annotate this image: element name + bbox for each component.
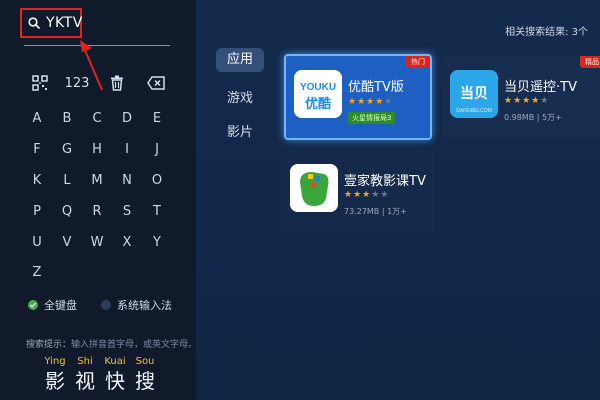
hanzi-text: 搜 — [135, 369, 155, 393]
key-m[interactable]: M — [88, 172, 106, 190]
tab-apps[interactable]: 应用 — [216, 48, 264, 72]
dangbei-logo-text: 当贝 — [460, 85, 488, 102]
pinyin-example: Ying 影 — [40, 356, 70, 394]
key-h[interactable]: H — [88, 141, 106, 159]
rating-stars: ★★★★★ — [344, 190, 390, 200]
key-i[interactable]: I — [118, 141, 136, 159]
youku-logo-top: YOUKU — [300, 82, 336, 93]
numeric-keyboard-button[interactable]: 123 — [62, 72, 92, 94]
dangbei-logo-sub: DANGBEI.COM — [456, 108, 492, 114]
search-query: YKTV — [46, 15, 83, 31]
app-name: 当贝遥控·TV — [504, 80, 577, 95]
pinyin-text: Shi — [77, 356, 93, 367]
key-w[interactable]: W — [88, 234, 106, 252]
system-ime-option[interactable]: 系统输入法 — [101, 297, 172, 313]
check-icon — [28, 300, 38, 310]
app-meta: 0.98MB | 5万+ — [504, 113, 562, 122]
hint-label: 搜索提示： — [26, 340, 72, 350]
key-v[interactable]: V — [58, 234, 76, 252]
backspace-icon — [147, 76, 165, 90]
key-c[interactable]: C — [88, 110, 106, 128]
key-p[interactable]: P — [28, 203, 46, 221]
clear-button[interactable] — [106, 72, 128, 94]
hanzi-text: 快 — [105, 369, 125, 393]
app-name: 优酷TV版 — [348, 80, 404, 95]
key-t[interactable]: T — [148, 203, 166, 221]
key-g[interactable]: G — [58, 141, 76, 159]
app-card-dangbei[interactable]: 精品 当贝 DANGBEI.COM 当贝遥控·TV ★★★★★ 0.98MB |… — [442, 56, 600, 138]
youku-logo-bottom: 优酷 — [305, 96, 331, 112]
qr-code-button[interactable] — [30, 72, 50, 94]
key-o[interactable]: O — [148, 172, 166, 190]
input-mode-row: 全键盘 系统输入法 — [28, 297, 172, 313]
key-s[interactable]: S — [118, 203, 136, 221]
key-n[interactable]: N — [118, 172, 136, 190]
dangbei-logo-icon: 当贝 DANGBEI.COM — [450, 70, 498, 118]
pinyin-text: Sou — [135, 356, 155, 367]
key-l[interactable]: L — [58, 172, 76, 190]
app-card-youku[interactable]: 热门 YOUKU 优酷 优酷TV版 ★★★★★ 火星情报局3 — [284, 54, 432, 140]
backspace-button[interactable] — [144, 72, 168, 94]
key-d[interactable]: D — [118, 110, 136, 128]
tab-movies[interactable]: 影片 — [216, 121, 264, 145]
key-u[interactable]: U — [28, 234, 46, 252]
search-icon — [28, 17, 40, 29]
pinyin-example: Kuai 快 — [100, 356, 130, 394]
hot-badge: 热门 — [406, 56, 430, 68]
key-k[interactable]: K — [28, 172, 46, 190]
search-input[interactable]: YKTV — [20, 8, 82, 38]
results-count: 相关搜索结果: 3个 — [505, 27, 588, 38]
results-area: 相关搜索结果: 3个 应用 游戏 影片 热门 YOUKU 优酷 优酷TV版 ★★… — [196, 0, 600, 400]
pinyin-text: Ying — [44, 356, 66, 367]
app-card-yijiajiao[interactable]: 壹家教影课TV ★★★★★ 73.27MB | 1万+ — [282, 150, 434, 232]
app-name: 壹家教影课TV — [344, 174, 426, 189]
search-panel: YKTV 123 A B C D E F G H I J K L M N O P… — [0, 0, 197, 400]
key-z[interactable]: Z — [28, 264, 46, 282]
pinyin-example: Sou 搜 — [130, 356, 160, 394]
full-keyboard-label: 全键盘 — [44, 299, 77, 312]
key-j[interactable]: J — [148, 141, 166, 159]
rating-stars: ★★★★★ — [504, 96, 550, 106]
key-y[interactable]: Y — [148, 234, 166, 252]
hanzi-text: 视 — [75, 369, 95, 393]
system-ime-label: 系统输入法 — [117, 299, 172, 312]
hanzi-text: 影 — [45, 369, 65, 393]
qr-code-icon — [32, 75, 48, 91]
pinyin-example: Shi 视 — [70, 356, 100, 394]
hint-text: 输入拼音首字母，或英文字母。 — [71, 340, 198, 350]
tab-games[interactable]: 游戏 — [216, 87, 264, 111]
key-e[interactable]: E — [148, 110, 166, 128]
youku-logo-icon: YOUKU 优酷 — [294, 70, 342, 118]
key-a[interactable]: A — [28, 110, 46, 128]
key-q[interactable]: Q — [58, 203, 76, 221]
key-x[interactable]: X — [118, 234, 136, 252]
rating-stars: ★★★★★ — [348, 97, 394, 107]
trash-icon — [111, 75, 123, 91]
premium-badge: 精品 — [580, 56, 600, 68]
full-keyboard-option[interactable]: 全键盘 — [28, 297, 77, 313]
key-f[interactable]: F — [28, 141, 46, 159]
app-meta: 73.27MB | 1万+ — [344, 207, 407, 216]
yijiajiao-logo-icon — [290, 164, 338, 212]
key-b[interactable]: B — [58, 110, 76, 128]
promo-tag: 火星情报局3 — [348, 112, 396, 124]
pinyin-text: Kuai — [104, 356, 126, 367]
key-r[interactable]: R — [88, 203, 106, 221]
search-hint: 搜索提示：输入拼音首字母，或英文字母。 — [26, 337, 197, 350]
radio-empty-icon — [101, 300, 111, 310]
